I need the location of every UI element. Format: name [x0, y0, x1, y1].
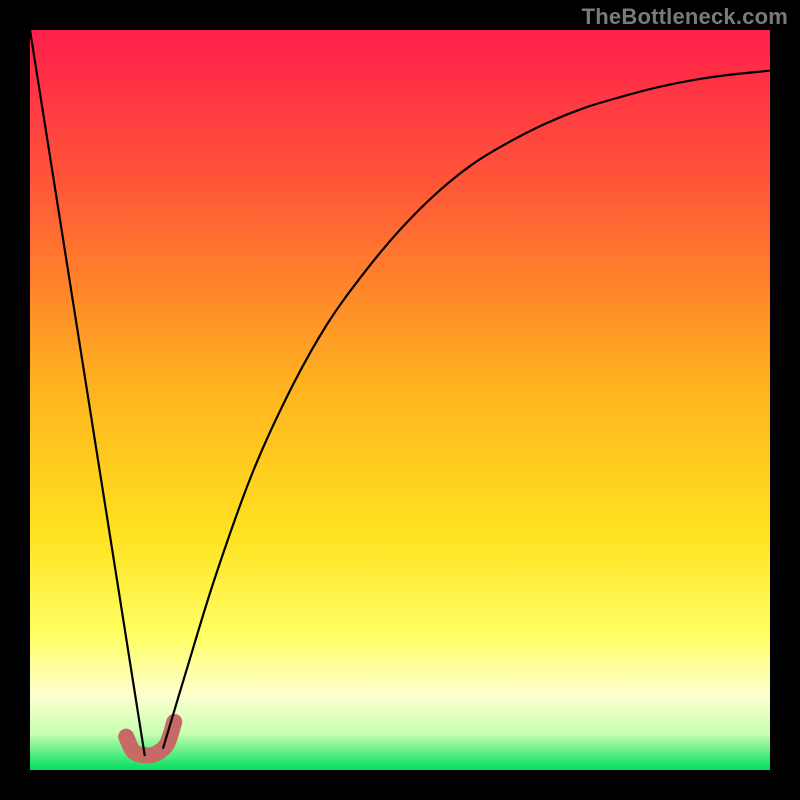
gradient-background	[30, 30, 770, 770]
chart-svg	[30, 30, 770, 770]
plot-area	[30, 30, 770, 770]
watermark-text: TheBottleneck.com	[582, 4, 788, 30]
outer-frame: TheBottleneck.com	[0, 0, 800, 800]
